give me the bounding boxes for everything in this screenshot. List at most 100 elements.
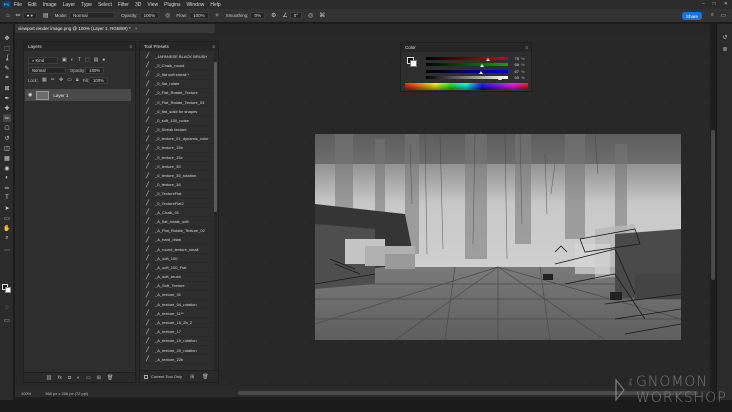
- blend-mode-select[interactable]: Normal: [28, 66, 66, 74]
- menu-3d[interactable]: 3D: [135, 2, 141, 8]
- menu-file[interactable]: File: [14, 2, 22, 8]
- color-slider-knob[interactable]: [479, 64, 484, 67]
- tool-preset-item[interactable]: ╱ _JAPANESE BLACK BRUSH: [140, 52, 214, 62]
- pen-tool-icon[interactable]: ✑: [3, 184, 11, 192]
- color-slider-knob[interactable]: [485, 57, 490, 61]
- tool-preset-item[interactable]: ╱ _0_texture_01_dynamic_color: [140, 135, 214, 144]
- tool-preset-item[interactable]: ╱ _0_TextureFlat2: [140, 199, 214, 209]
- path-select-tool-icon[interactable]: ➤: [3, 204, 11, 212]
- filter-adjustment-icon[interactable]: ◐: [71, 57, 74, 63]
- share-button[interactable]: Share: [682, 12, 702, 20]
- pressure-size-icon[interactable]: ◎: [308, 12, 313, 19]
- quick-mask-icon[interactable]: ◌: [3, 304, 11, 312]
- history-brush-tool-icon[interactable]: ↺: [3, 134, 11, 142]
- hand-tool-icon[interactable]: ✋: [3, 224, 11, 232]
- tool-preset-item[interactable]: ╱ _A_texture_20_rotation: [140, 346, 214, 356]
- menu-edit[interactable]: Edit: [28, 2, 37, 8]
- tool-presets-scrollbar[interactable]: [214, 52, 217, 370]
- airbrush-icon[interactable]: ✧: [215, 12, 220, 19]
- lasso-tool-icon[interactable]: ʆ: [3, 54, 11, 62]
- fill-field[interactable]: 100%: [89, 76, 108, 84]
- smoothing-field[interactable]: 0%: [250, 12, 265, 19]
- filter-toggle-icon[interactable]: ●: [102, 57, 105, 63]
- smoothing-settings-gear-icon[interactable]: ⚙: [271, 12, 276, 19]
- menu-layer[interactable]: Layer: [63, 2, 76, 8]
- add-mask-icon[interactable]: ◘: [68, 375, 71, 381]
- tool-preset-item[interactable]: ╱ _0_flat_rotate: [140, 80, 214, 89]
- tool-preset-item[interactable]: ╱ _A_texture_11**: [140, 309, 214, 319]
- lock-position-icon[interactable]: ✥: [59, 77, 63, 83]
- tool-preset-item[interactable]: ╱ _0_texture_15b: [140, 144, 214, 154]
- tool-preset-item[interactable]: ╱ _A_texture_22b: [140, 355, 214, 365]
- layer-row[interactable]: ◉ Layer 1: [25, 89, 131, 101]
- color-slider-track[interactable]: [426, 69, 508, 74]
- delete-layer-icon[interactable]: 🗑︎: [107, 375, 113, 381]
- tool-preset-item[interactable]: ╱ _A_Flat_Rotate_Texture_02: [140, 227, 214, 236]
- brush-tool-icon[interactable]: ✏: [3, 114, 11, 122]
- close-tab-icon[interactable]: ×: [135, 26, 138, 31]
- stamp-tool-icon[interactable]: ⎔: [3, 124, 11, 132]
- link-layers-icon[interactable]: ⛓: [46, 375, 52, 381]
- tool-presets-scroll-thumb[interactable]: [214, 62, 217, 212]
- flow-field[interactable]: 100%: [189, 12, 209, 19]
- search-icon[interactable]: ⌕: [711, 12, 714, 19]
- tool-preset-item[interactable]: ╱ _A_texture_17: [140, 328, 214, 337]
- color-slider-value[interactable]: 67: [511, 69, 519, 74]
- delete-preset-icon[interactable]: 🗑︎: [202, 374, 208, 380]
- frame-tool-icon[interactable]: ⊠: [3, 84, 11, 92]
- crop-tool-icon[interactable]: ⌗: [3, 74, 11, 82]
- color-background-swatch[interactable]: [410, 60, 417, 67]
- color-panel-menu-icon[interactable]: ≡: [525, 43, 528, 52]
- brush-tool-preset-icon[interactable]: ✏: [16, 12, 21, 19]
- color-slider-value[interactable]: 68: [511, 62, 519, 67]
- eyedropper-tool-icon[interactable]: ✒: [3, 94, 11, 102]
- tool-preset-item[interactable]: ╱ _A_soft_100_Flat: [140, 263, 214, 273]
- lock-artboard-icon[interactable]: ▭: [67, 77, 72, 83]
- tool-preset-item[interactable]: ╱ _0_soft_100_noise: [140, 116, 214, 126]
- filter-shape-icon[interactable]: ⬚: [85, 57, 90, 63]
- menu-type[interactable]: Type: [81, 2, 92, 8]
- zoom-tool-icon[interactable]: ⌕: [3, 234, 11, 242]
- new-group-icon[interactable]: ▭: [86, 375, 91, 381]
- gradient-tool-icon[interactable]: ▦: [3, 154, 11, 162]
- new-layer-icon[interactable]: ⊞: [97, 375, 101, 381]
- healing-tool-icon[interactable]: ✚: [3, 104, 11, 112]
- brush-settings-icon[interactable]: ▤: [43, 12, 49, 19]
- lock-all-icon[interactable]: 🔒︎: [76, 77, 79, 83]
- menu-window[interactable]: Window: [187, 2, 205, 8]
- tool-preset-item[interactable]: ╱ _0_Streak texture: [140, 126, 214, 135]
- color-slider-knob[interactable]: [497, 77, 502, 80]
- screen-mode-icon[interactable]: ▭: [3, 316, 11, 324]
- opacity-field[interactable]: 100%: [139, 12, 160, 19]
- shape-tool-icon[interactable]: ▭: [3, 214, 11, 222]
- pressure-opacity-icon[interactable]: ◎: [165, 12, 170, 19]
- dodge-tool-icon[interactable]: ◐: [3, 174, 11, 182]
- type-tool-icon[interactable]: T: [3, 194, 11, 202]
- tool-preset-item[interactable]: ╱ _A_soft_100: [140, 254, 214, 264]
- symmetry-icon[interactable]: ⌘: [319, 12, 325, 19]
- tool-presets-menu-icon[interactable]: ≡: [212, 42, 215, 51]
- mode-select[interactable]: Normal: [69, 12, 116, 19]
- marquee-tool-icon[interactable]: ⬚: [3, 44, 11, 52]
- color-slider-value[interactable]: 75: [511, 56, 519, 61]
- zoom-level[interactable]: 100%: [21, 391, 31, 396]
- menu-view[interactable]: View: [147, 2, 158, 8]
- tool-preset-item[interactable]: ╱ _0_texture_35_rotation: [140, 171, 214, 181]
- layer-style-fx-icon[interactable]: fx: [58, 375, 62, 381]
- filter-pixel-icon[interactable]: ▣: [62, 57, 67, 63]
- color-slider-knob[interactable]: [478, 70, 483, 74]
- document-info[interactable]: 366 px x 206 px (72 ppi): [45, 391, 88, 396]
- color-slider-value[interactable]: 90: [511, 75, 519, 80]
- tool-preset-item[interactable]: ╱ _A_texture_04_rotation: [140, 300, 214, 310]
- color-slider-track[interactable]: [426, 63, 508, 67]
- blur-tool-icon[interactable]: ◉: [3, 164, 11, 172]
- layer-visibility-eye-icon[interactable]: ◉: [28, 92, 32, 98]
- background-color-swatch[interactable]: [5, 287, 11, 293]
- tool-preset-item[interactable]: ╱ _0_flat soft streak *: [140, 70, 214, 80]
- minimize-button[interactable]: –: [702, 1, 705, 7]
- brush-size-picker[interactable]: ● ▾: [22, 12, 37, 19]
- color-slider-track[interactable]: [426, 76, 508, 80]
- tool-preset-item[interactable]: ╱ _0_texture_35: [140, 162, 214, 172]
- tool-preset-item[interactable]: ╱ _0_Flat_Rotate_Texture: [140, 89, 214, 98]
- lock-pixels-icon[interactable]: ✏: [51, 77, 55, 83]
